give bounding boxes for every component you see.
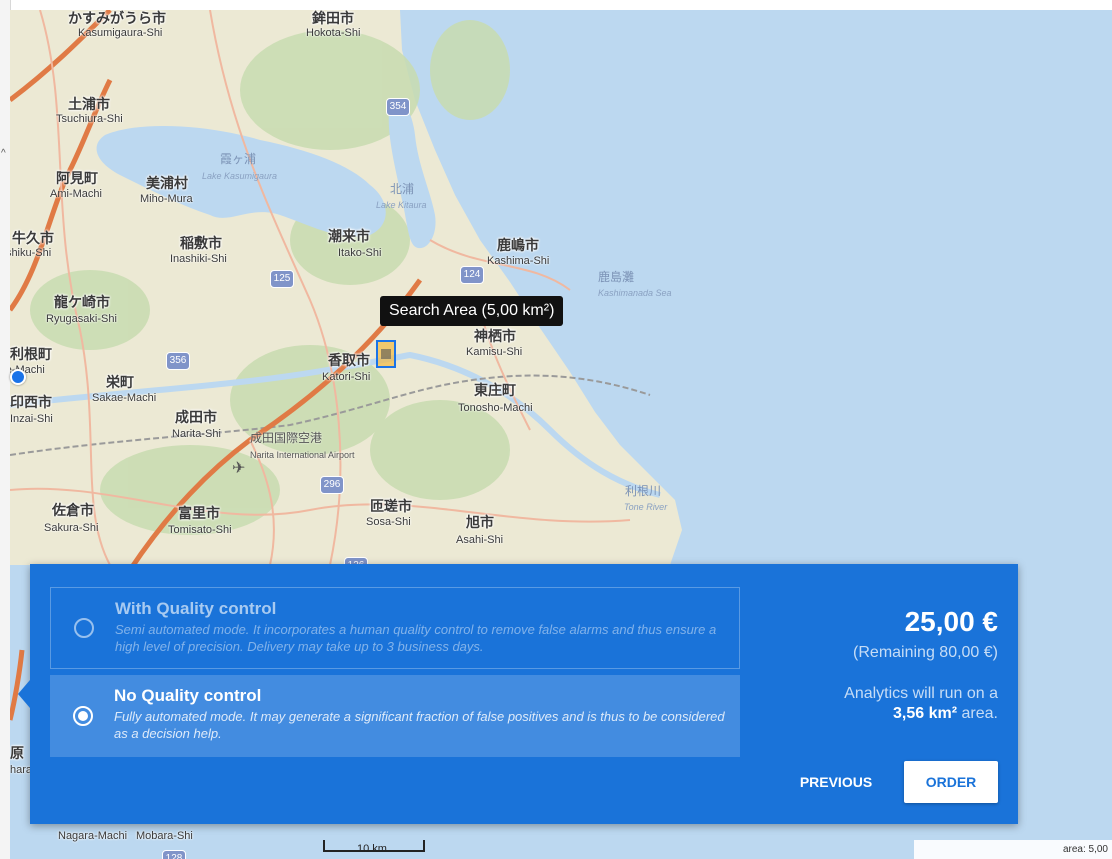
place-narita-jp: 成田市 — [175, 410, 217, 426]
place-asahi-rom: Asahi-Shi — [456, 534, 504, 546]
lake-kitaura-en: Lake Kitaura — [376, 200, 427, 210]
place-nagara-rom: Nagara-Machi — [58, 830, 128, 842]
place-itako-rom: Itako-Shi — [338, 247, 382, 259]
place-sakura-rom: Sakura-Shi — [44, 522, 99, 534]
place-kamisu-rom: Kamisu-Shi — [466, 346, 523, 358]
lake-kitaura-jp: 北浦 — [390, 182, 415, 196]
place-katori-rom: Katori-Shi — [322, 371, 371, 383]
place-ushiku-rom: Ushiku-Shi — [10, 247, 52, 259]
place-kasumigaura-rom: Kasumigaura-Shi — [78, 27, 163, 39]
route-shield-356: 356 — [166, 352, 190, 370]
option-no-quality-control[interactable]: No Quality control Fully automated mode.… — [50, 675, 740, 757]
airplane-icon: ✈ — [232, 460, 246, 477]
app-root: ^ かすみがうら市 Kasumigaura-Shi 鉾田市 Hokota-Shi… — [0, 0, 1112, 859]
place-kashima-rom: Kashima-Shi — [487, 255, 550, 267]
analytics-info-area: 3,56 km² area. — [893, 705, 998, 723]
analytics-area-suffix: area. — [957, 705, 998, 722]
option-description: Semi automated mode. It incorporates a h… — [115, 622, 717, 654]
previous-button[interactable]: PREVIOUS — [781, 762, 891, 802]
route-shield-125: 125 — [270, 270, 294, 288]
place-ushiku-jp: 牛久市 — [12, 231, 54, 247]
place-hara-rom: hara — [10, 764, 33, 776]
place-mobara-rom: Mobara-Shi — [136, 830, 193, 842]
place-kamisu-jp: 神栖市 — [474, 329, 516, 345]
place-sakura-jp: 佐倉市 — [52, 503, 94, 519]
scale-label: 10 km — [357, 843, 387, 855]
radio-with-quality-control[interactable] — [74, 618, 94, 638]
price-total: 25,00 € — [904, 606, 998, 637]
place-ryugasaki-jp: 龍ケ崎市 — [54, 295, 110, 311]
search-area-tooltip: Search Area (5,00 km²) — [380, 296, 564, 326]
remaining-balance: (Remaining 80,00 €) — [853, 644, 998, 661]
place-inashiki-rom: Inashiki-Shi — [170, 253, 227, 265]
chevron-up-icon[interactable]: ^ — [1, 148, 6, 159]
place-hokota-rom: Hokota-Shi — [306, 27, 361, 39]
sea-kashimanada-jp: 鹿島灘 — [598, 270, 635, 284]
place-ami-rom: Ami-Machi — [50, 188, 102, 200]
place-tomisato-rom: Tomisato-Shi — [168, 524, 232, 536]
map-scale-bar: 10 km — [323, 840, 425, 856]
place-katori-jp: 香取市 — [328, 353, 370, 369]
place-narita-rom: Narita-Shi — [172, 428, 221, 440]
route-shield-124: 124 — [460, 266, 484, 284]
route-shield-354: 354 — [386, 98, 410, 116]
place-inzai-jp: 印西市 — [10, 395, 52, 411]
analytics-area-value: 3,56 km² — [893, 705, 958, 722]
option-description: Fully automated mode. It may generate a … — [114, 709, 725, 741]
place-sosa-jp: 匝瑳市 — [370, 499, 412, 515]
place-tsuchiura-rom: Tsuchiura-Shi — [56, 113, 123, 125]
radio-no-quality-control[interactable] — [73, 706, 93, 726]
airport-narita-jp: 成田国際空港 — [250, 431, 323, 445]
place-inashiki-jp: 稲敷市 — [180, 236, 222, 252]
place-tsuchiura-jp: 土浦市 — [68, 97, 110, 113]
location-dot-icon[interactable] — [10, 369, 26, 385]
analytics-info-prefix: Analytics will run on a — [844, 685, 998, 702]
sea-kashimanada-en: Kashimanada Sea — [598, 288, 672, 298]
order-button[interactable]: ORDER — [904, 761, 998, 803]
order-panel: With Quality control Semi automated mode… — [18, 564, 1018, 824]
option-with-quality-control[interactable]: With Quality control Semi automated mode… — [50, 587, 740, 669]
place-hara-jp: 原 — [10, 746, 24, 762]
place-inzai-rom: Inzai-Shi — [10, 413, 53, 425]
place-asahi-jp: 旭市 — [466, 515, 494, 531]
route-shield-128: 128 — [162, 850, 186, 859]
place-sakae-jp: 栄町 — [106, 375, 134, 391]
option-title: No Quality control — [114, 686, 262, 705]
search-area-polygon[interactable] — [376, 340, 396, 368]
panel-pointer-arrow — [18, 680, 30, 708]
place-itako-jp: 潮来市 — [328, 229, 370, 245]
area-readout: area: 5,00 — [914, 840, 1112, 859]
place-miho-rom: Miho-Mura — [140, 193, 193, 205]
place-tone-jp: 利根町 — [10, 347, 52, 363]
option-title: With Quality control — [115, 599, 277, 618]
airport-narita-en: Narita International Airport — [250, 450, 355, 460]
route-shield-296: 296 — [320, 476, 344, 494]
place-kashima-jp: 鹿嶋市 — [497, 238, 539, 254]
place-kasumigaura-jp: かすみがうら市 — [68, 11, 166, 27]
river-tone-jp: 利根川 — [625, 484, 662, 498]
place-tomisato-jp: 富里市 — [178, 506, 220, 522]
place-sakae-rom: Sakae-Machi — [92, 392, 157, 404]
river-tone-en: Tone River — [624, 502, 668, 512]
place-miho-jp: 美浦村 — [146, 176, 188, 192]
place-hokota-jp: 鉾田市 — [312, 11, 354, 27]
place-tonosho-rom: Tonosho-Machi — [458, 402, 533, 414]
lake-kasumigaura-jp: 霞ヶ浦 — [220, 152, 257, 166]
place-tonosho-jp: 東庄町 — [474, 383, 516, 399]
place-ami-jp: 阿見町 — [56, 171, 98, 187]
place-ryugasaki-rom: Ryugasaki-Shi — [46, 313, 117, 325]
place-sosa-rom: Sosa-Shi — [366, 516, 411, 528]
lake-kasumigaura-en: Lake Kasumigaura — [202, 171, 278, 181]
